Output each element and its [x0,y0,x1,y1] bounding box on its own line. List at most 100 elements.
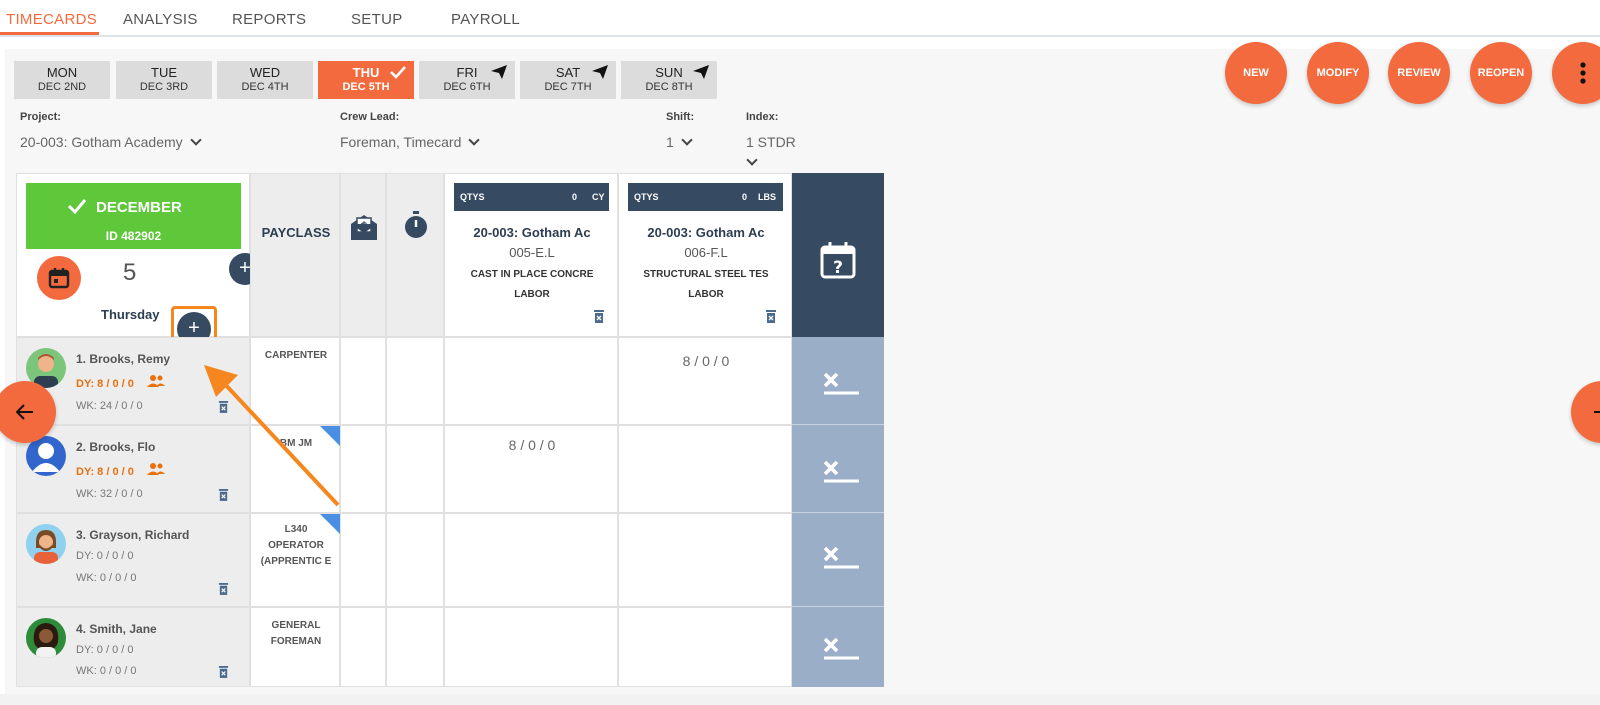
day-sat[interactable]: SAT DEC 7TH [520,61,616,99]
qty-label: QTYS [634,192,659,202]
qty-value: 0 [572,192,578,202]
person-name: 1. Brooks, Remy [76,352,171,366]
day-date: DEC 8TH [645,81,693,93]
person-day-hours: DY: 0 / 0 / 0 [76,644,134,656]
task-qty-bar: QTYS 0 CY [454,183,609,211]
review-button[interactable]: REVIEW [1388,42,1450,104]
tab-setup[interactable]: SETUP [351,11,403,28]
shift-select[interactable]: 1 [666,134,693,150]
timecard-grid: DECEMBER ID 482902 5 Thursday + + PAYCLA… [16,173,896,687]
task-desc: CAST IN PLACE CONCRE [470,269,594,280]
crew-lead-select[interactable]: Foreman, Timecard [340,134,481,150]
tab-payroll[interactable]: PAYROLL [451,11,520,28]
project-label: Project: [20,111,61,123]
tab-reports[interactable]: REPORTS [232,11,306,28]
person-week-hours: WK: 32 / 0 / 0 [76,488,143,500]
day-name: WED [249,65,281,80]
unknown-task-header[interactable]: ? [792,173,884,337]
reopen-button[interactable]: REOPEN [1470,42,1532,104]
day-sun[interactable]: SUN DEC 8TH [621,61,717,99]
day-tue[interactable]: TUE DEC 3RD [116,61,212,99]
hours-value: 8 / 0 / 0 [682,353,730,369]
delete-icon[interactable] [765,309,777,323]
timer-column-header[interactable] [386,173,444,337]
hours-cell[interactable] [618,425,792,513]
hours-cell[interactable]: 8 / 0 / 0 [444,425,618,513]
send-icon [491,65,507,79]
arrow-right-icon [1594,411,1600,413]
payclass-cell[interactable]: GENERAL FOREMAN [250,607,340,687]
day-date: DEC 6TH [443,81,491,93]
avatar [26,524,66,564]
hours-cell[interactable] [444,607,618,687]
hours-cell[interactable] [618,513,792,607]
day-wed[interactable]: WED DEC 4TH [217,61,313,99]
modify-button[interactable]: MODIFY [1307,42,1369,104]
task-qty-bar: QTYS 0 LBS [628,183,783,211]
timer-cell[interactable] [386,425,444,513]
project-select[interactable]: 20-003: Gotham Academy [20,134,202,150]
clear-row-icon [823,460,859,483]
hours-cell[interactable] [444,513,618,607]
clear-row-button[interactable] [792,337,884,425]
top-nav: TIMECARDS ANALYSIS REPORTS SETUP PAYROLL [0,0,1600,37]
tab-analysis[interactable]: ANALYSIS [123,11,198,28]
day-mon[interactable]: MON DEC 2ND [14,61,110,99]
index-select[interactable]: 1 STDR [746,134,796,166]
pay-cell[interactable] [340,513,386,607]
group-icon [147,463,165,475]
day-name: MON [46,65,78,80]
shift-value: 1 [666,134,674,150]
chevron-down-icon [189,134,202,146]
clear-row-button[interactable] [792,513,884,607]
clear-row-button[interactable] [792,425,884,513]
plus-icon: + [188,317,200,339]
pay-column-header[interactable]: $ [340,173,386,337]
project-value: 20-003: Gotham Academy [20,134,183,150]
qty-unit: CY [592,192,605,202]
day-thu[interactable]: THU DEC 5TH [318,61,414,99]
delete-icon[interactable] [593,309,605,323]
person-day-hours: DY: 8 / 0 / 0 [76,378,134,390]
delete-icon[interactable] [218,582,229,595]
day-date: DEC 7TH [544,81,592,93]
check-icon [390,66,406,79]
crew-row-3[interactable]: 3. Grayson, Richard DY: 0 / 0 / 0 WK: 0 … [16,513,250,607]
more-vertical-icon [1580,62,1586,84]
payclass-value: GENERAL FOREMAN [270,620,322,647]
bottom-divider [0,694,1600,705]
timer-cell[interactable] [386,607,444,687]
payclass-cell[interactable]: L340 OPERATOR (APPRENTIC E [250,513,340,607]
crew-lead-label: Crew Lead: [340,111,400,123]
clear-row-button[interactable] [792,607,884,687]
person-week-hours: WK: 24 / 0 / 0 [76,400,143,412]
payclass-override-marker [320,514,340,534]
card-id: ID 482902 [105,229,162,243]
day-date: DEC 2ND [37,81,87,93]
group-icon [147,375,165,387]
task-header-2[interactable]: QTYS 0 LBS 20-003: Gotham Ac 006-F.L STR… [618,173,792,337]
calendar-button[interactable] [37,256,81,300]
timer-cell[interactable] [386,513,444,607]
pay-cell[interactable] [340,607,386,687]
shift-label: Shift: [666,111,695,123]
crew-row-4[interactable]: 4. Smith, Jane DY: 0 / 0 / 0 WK: 0 / 0 /… [16,607,250,687]
delete-icon[interactable] [218,665,229,678]
qty-label: QTYS [460,192,485,202]
nav-divider [0,35,1600,37]
timer-cell[interactable] [386,337,444,425]
clear-row-icon [823,546,859,569]
payclass-value: CARPENTER [264,350,328,361]
chevron-down-icon [468,134,481,146]
day-card-banner: DECEMBER ID 482902 [26,183,241,249]
index-value: 1 STDR [746,134,796,150]
task-header-1[interactable]: QTYS 0 CY 20-003: Gotham Ac 005-E.L CAST… [444,173,618,337]
arrow-left-icon [16,404,33,420]
qty-value: 0 [742,192,748,202]
tab-timecards[interactable]: TIMECARDS [6,11,97,28]
day-fri[interactable]: FRI DEC 6TH [419,61,515,99]
hours-cell[interactable] [618,607,792,687]
new-button[interactable]: NEW [1225,42,1287,104]
hours-cell[interactable]: 8 / 0 / 0 [618,337,792,425]
hours-cell[interactable] [444,337,618,425]
